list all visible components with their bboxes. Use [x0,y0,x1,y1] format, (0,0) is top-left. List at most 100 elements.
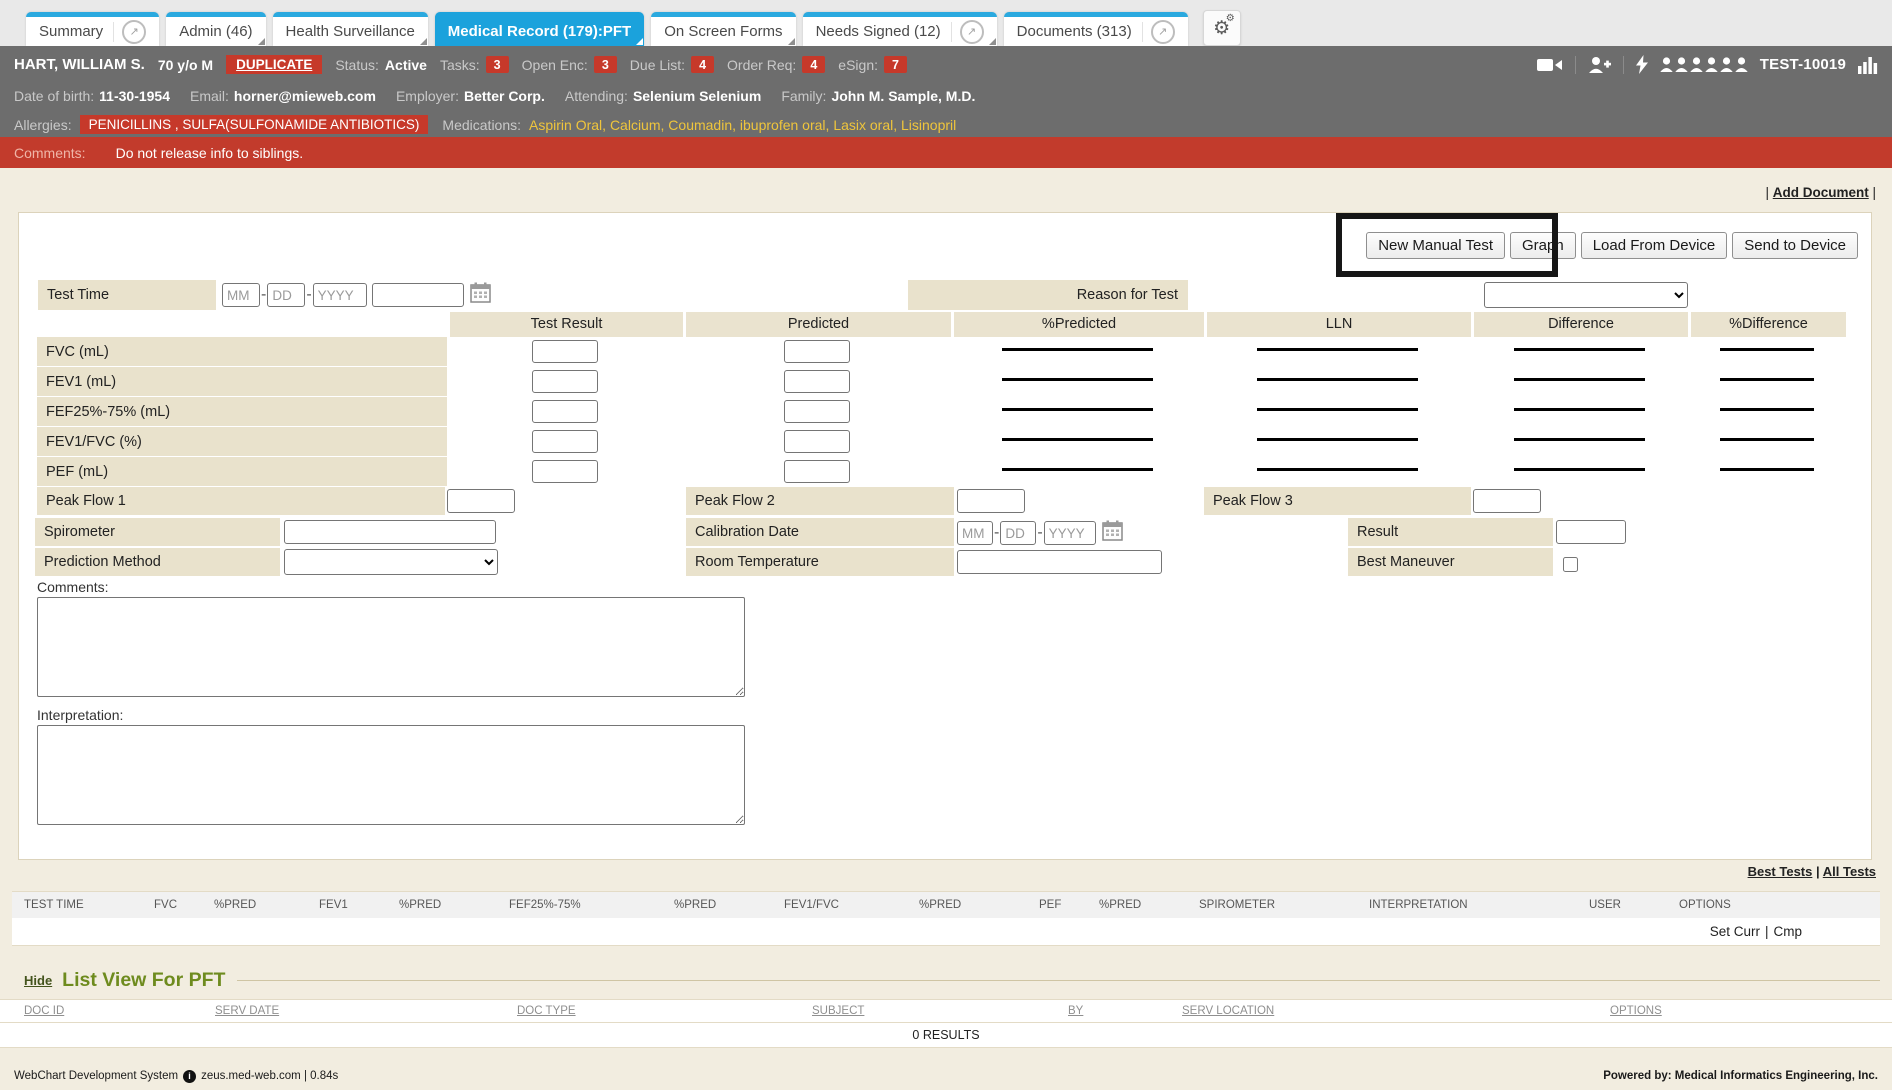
test-result-input[interactable] [532,430,598,453]
pft-action-button[interactable]: Load From Device [1581,232,1728,259]
stat-count-badge[interactable]: 7 [884,56,907,73]
pipe: | [1869,185,1876,200]
medication-link[interactable]: Aspirin Oral [529,117,602,133]
calibration-month-input[interactable] [957,521,993,545]
predicted-input[interactable] [784,430,850,453]
comments-bar-text: Do not release info to siblings. [116,145,304,161]
spirometer-input[interactable] [284,520,496,544]
tab[interactable]: On Screen Forms [651,12,795,46]
room-temperature-input[interactable] [957,550,1162,574]
popout-icon[interactable]: ↗ [960,20,984,44]
test-result-input[interactable] [532,400,598,423]
date-dash: - [306,286,311,304]
allergies-badge[interactable]: PENICILLINS , SULFA(SULFONAMIDE ANTIBIOT… [80,115,429,134]
doc-column-header[interactable]: SERV DATE [215,1005,517,1017]
doc-column-header[interactable]: SERV LOCATION [1182,1005,1610,1017]
pft-action-buttons: New Manual TestGraphLoad From DeviceSend… [1366,232,1858,259]
doc-column-header[interactable]: BY [1068,1005,1182,1017]
cmp-link[interactable]: Cmp [1773,924,1802,939]
test-clock-time-input[interactable] [372,283,464,307]
pft-measure-row: FEV1/FVC (%) [37,427,1846,456]
video-camera-icon[interactable] [1537,57,1563,73]
chart-comments-bar: Comments: Do not release info to sibling… [0,137,1892,168]
reason-for-test-select[interactable] [1484,282,1688,308]
tab[interactable]: Admin (46) [166,12,265,46]
stat-count-badge[interactable]: 3 [486,56,509,73]
pft-action-button[interactable]: Graph [1510,232,1576,259]
doc-column-header[interactable]: DOC TYPE [517,1005,812,1017]
results-column-header: FEF25%-75% [507,899,672,911]
pft-column-header: Test Result [447,312,683,337]
peak-flow-1-input[interactable] [447,489,515,513]
measure-row-label: FEF25%-75% (mL) [37,397,447,426]
bar-chart-icon[interactable] [1858,56,1878,74]
best-tests-link[interactable]: Best Tests [1748,864,1813,879]
pft-column-header: Predicted [683,312,951,337]
tab[interactable]: Needs Signed (12) ↗ [803,12,997,46]
doc-column-header[interactable]: OPTIONS [1610,1005,1892,1017]
medications-label: Medications: [442,117,521,133]
test-year-input[interactable] [313,283,367,307]
settings-gear-button[interactable]: ⚙ ⚙ [1203,10,1241,46]
demographic-item: Email: horner@mieweb.com [190,88,376,104]
pft-action-button[interactable]: New Manual Test [1366,232,1505,259]
popout-icon[interactable]: ↗ [1151,20,1175,44]
pft-action-button[interactable]: Send to Device [1732,232,1858,259]
medication-link[interactable]: Lasix oral [833,117,893,133]
stat-label: Status: [335,57,379,73]
percent-difference-blank-line [1720,348,1815,351]
medication-link[interactable]: Calcium [610,117,661,133]
predicted-input[interactable] [784,400,850,423]
medication-link[interactable]: Lisinopril [901,117,956,133]
predicted-input[interactable] [784,460,850,483]
popout-icon[interactable]: ↗ [122,20,146,44]
set-curr-link[interactable]: Set Curr [1710,924,1760,939]
doc-column-header[interactable]: SUBJECT [812,1005,1068,1017]
test-result-input[interactable] [532,460,598,483]
comments-bar-label: Comments: [14,145,86,161]
test-month-input[interactable] [222,283,260,307]
medication-link[interactable]: ibuprofen oral [740,117,826,133]
best-maneuver-checkbox[interactable] [1563,557,1578,572]
tab[interactable]: Medical Record (179):PFT [435,12,644,46]
calibration-calendar[interactable] [1096,520,1123,546]
predicted-input[interactable] [784,370,850,393]
result-input[interactable] [1556,520,1626,544]
test-result-input[interactable] [532,340,598,363]
peak-flow-3-input[interactable] [1473,489,1541,513]
peak-flow-2-input[interactable] [957,489,1025,513]
duplicate-badge[interactable]: DUPLICATE [226,55,322,74]
patient-stat: Due List: 4 [630,56,714,73]
calibration-year-input[interactable] [1044,521,1096,545]
tab[interactable]: Documents (313) ↗ [1004,12,1188,46]
demographic-label: Family: [781,88,826,104]
all-tests-link[interactable]: All Tests [1823,864,1876,879]
calendar-icon[interactable] [1102,520,1123,541]
lightning-bolt-icon[interactable] [1636,55,1648,74]
info-icon[interactable]: i [183,1070,196,1083]
tab-fold-icon [636,38,643,45]
tab[interactable]: Summary ↗ [26,12,159,46]
active-users-icons[interactable] [1660,57,1748,72]
calendar-icon[interactable] [470,282,491,303]
calibration-day-input[interactable] [1000,521,1036,545]
footer-powered-by: Powered by: Medical Informatics Engineer… [1603,1070,1878,1082]
test-result-input[interactable] [532,370,598,393]
prediction-method-select[interactable] [284,549,498,575]
add-user-icon[interactable] [1588,56,1611,74]
doc-column-header[interactable]: DOC ID [0,1005,215,1017]
stat-count-badge[interactable]: 4 [802,56,825,73]
footer-host-time: zeus.med-web.com | 0.84s [201,1070,338,1082]
interpretation-textarea[interactable] [37,725,745,825]
add-document-link[interactable]: Add Document [1773,185,1869,200]
tab[interactable]: Health Surveillance [273,12,428,46]
stat-count-badge[interactable]: 4 [691,56,714,73]
medication-link[interactable]: Coumadin [668,117,732,133]
hide-link[interactable]: Hide [24,973,52,988]
tab-fold-icon [788,38,795,45]
test-date-calendar[interactable] [464,282,491,308]
test-day-input[interactable] [267,283,305,307]
stat-count-badge[interactable]: 3 [594,56,617,73]
comments-textarea[interactable] [37,597,745,697]
predicted-input[interactable] [784,340,850,363]
